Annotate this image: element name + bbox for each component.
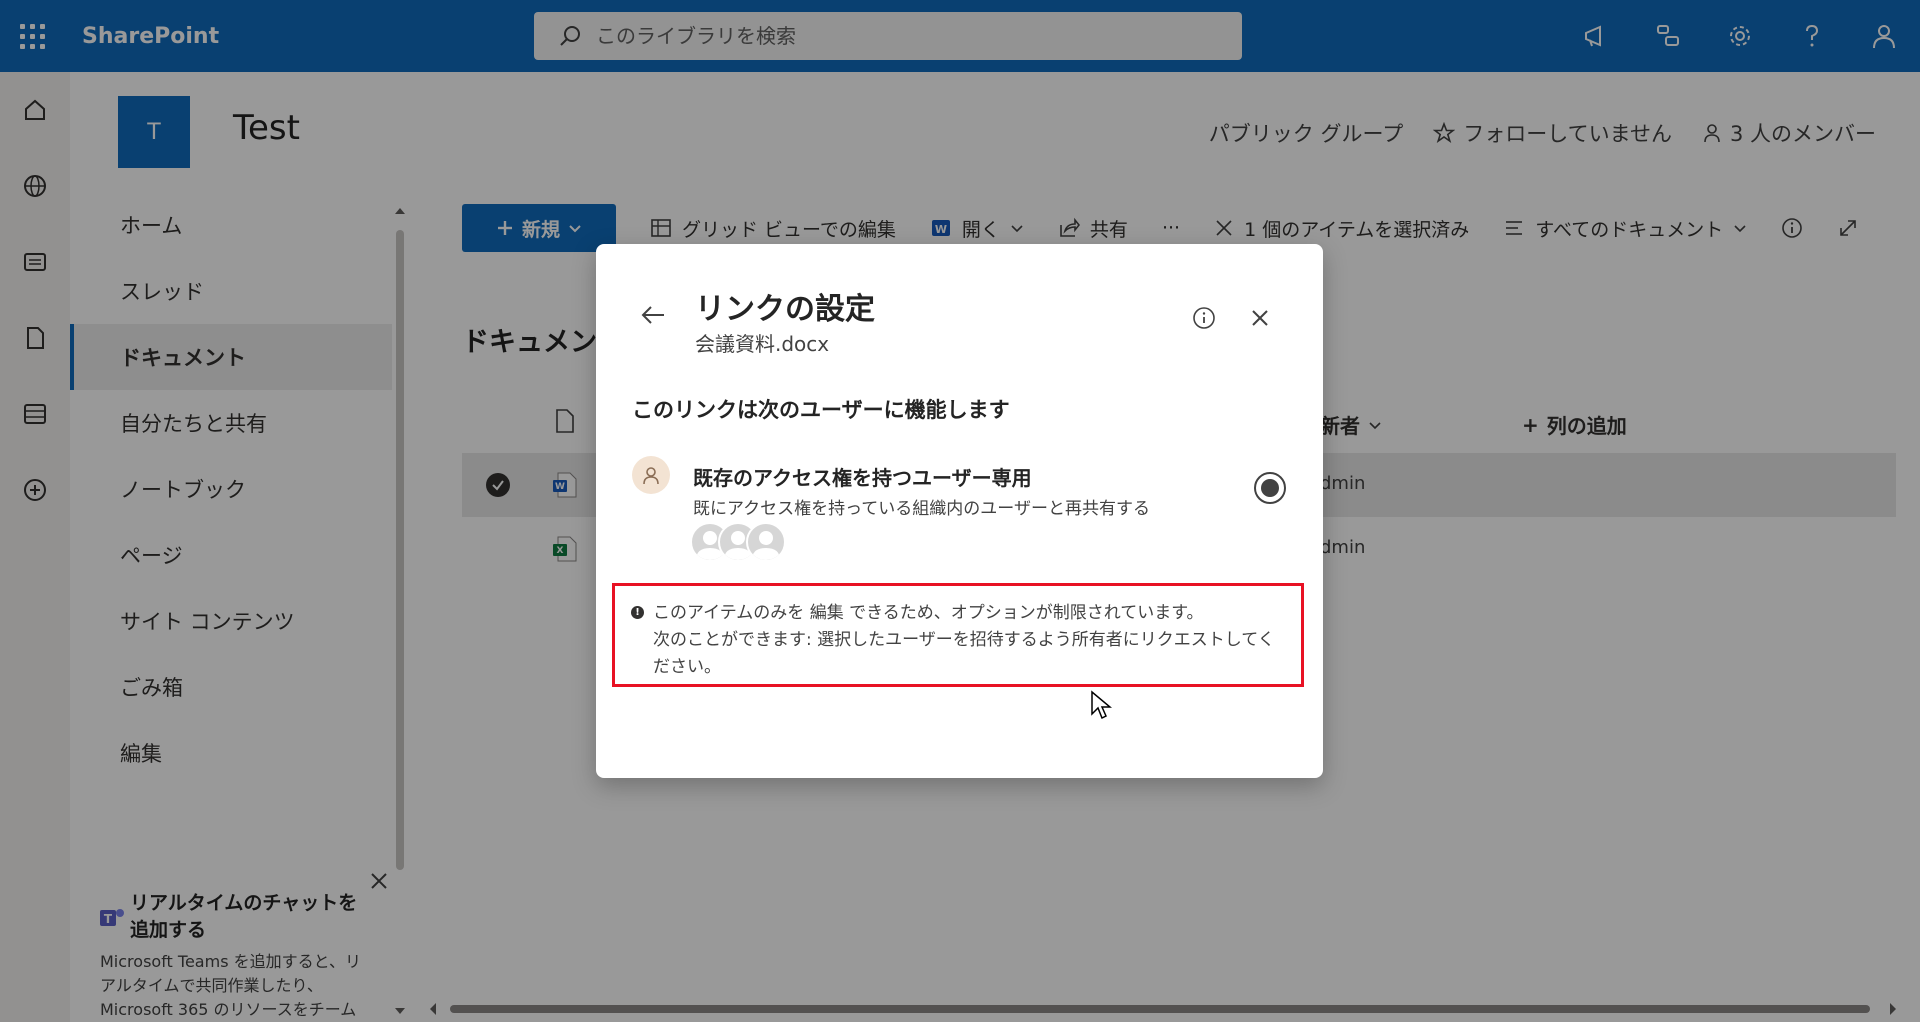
existing-access-option-title[interactable]: 既存のアクセス権を持つユーザー専用 (693, 462, 1032, 491)
existing-access-option-description: 既にアクセス権を持っている組織内のユーザーと再共有する (693, 499, 1150, 519)
person-icon (643, 467, 659, 485)
restriction-notice-line1: このアイテムのみを 編集 できるため、オプションが制限されています。 (653, 603, 1204, 623)
avatar-group (690, 522, 800, 566)
link-scope-heading: このリンクは次のユーザーに機能します (632, 398, 1010, 422)
dialog-title: リンクの設定 (695, 292, 875, 327)
existing-access-radio[interactable] (1254, 472, 1286, 504)
dialog-file-name: 会議資料.docx (695, 332, 830, 356)
person-icon (752, 531, 780, 560)
restriction-notice-line2: 次のことができます: 選択したユーザーを招待するよう所有者にリクエストしてくださ… (653, 630, 1275, 677)
info-icon[interactable] (1192, 306, 1216, 330)
link-settings-dialog: リンクの設定 会議資料.docx このリンクは次のユーザーに機能します 既存のア… (596, 244, 1323, 778)
avatar (746, 522, 786, 562)
radio-selected-dot (1261, 479, 1279, 497)
existing-access-option-icon (632, 456, 670, 494)
mouse-pointer-icon (1091, 690, 1112, 720)
close-icon[interactable] (1250, 308, 1270, 328)
back-arrow-icon[interactable] (640, 304, 666, 326)
restriction-notice: ! このアイテムのみを 編集 できるため、オプションが制限されています。 次のこ… (612, 583, 1304, 687)
info-filled-icon: ! (631, 606, 644, 619)
